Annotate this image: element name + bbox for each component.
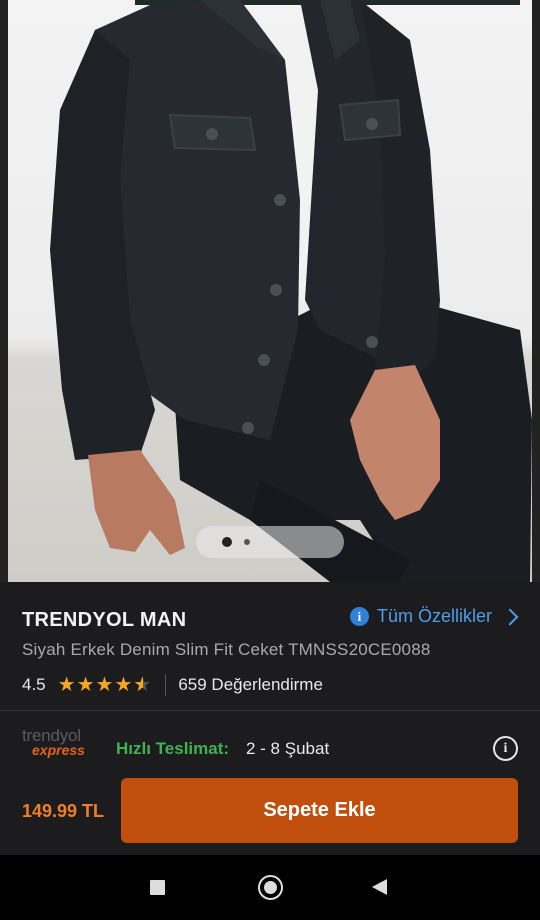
star-icon: ★ [114, 674, 133, 696]
star-icon: ★ [95, 674, 114, 696]
half-star-icon: ★ [133, 675, 151, 695]
divider [165, 674, 167, 696]
home-icon[interactable] [258, 875, 283, 900]
add-to-cart-bar: 149.99 TL Sepete Ekle [0, 767, 540, 855]
logo-bottom-text: express [32, 742, 85, 758]
star-icon: ★ [57, 674, 76, 696]
recent-apps-icon[interactable] [150, 880, 165, 895]
star-icon: ★ [76, 674, 95, 696]
delivery-section: trendyol express Hızlı Teslimat: 2 - 8 Ş… [0, 711, 540, 767]
rating-stars: ★ ★ ★ ★ ★ [58, 675, 152, 695]
brand-name[interactable]: TRENDYOL MAN [22, 609, 186, 632]
review-count[interactable]: 659 Değerlendirme [178, 675, 323, 695]
add-to-cart-button[interactable]: Sepete Ekle [121, 778, 518, 843]
back-icon[interactable] [372, 879, 387, 895]
info-circle-icon[interactable]: i [493, 736, 518, 761]
chevron-right-icon [501, 608, 519, 625]
gallery-dot[interactable] [244, 539, 250, 545]
rating-row[interactable]: 4.5 ★ ★ ★ ★ ★ 659 Değerlendirme [22, 674, 323, 696]
price-label: 149.99 TL [22, 801, 105, 821]
gallery-dot-active[interactable] [222, 537, 232, 547]
product-title: Siyah Erkek Denim Slim Fit Ceket TMNSS20… [22, 640, 431, 659]
logo-top-text: trendyol [22, 726, 81, 745]
trendyol-express-logo: trendyol express [22, 726, 85, 758]
info-icon: i [349, 607, 369, 626]
product-image[interactable] [0, 0, 540, 582]
jacket-illustration [50, 0, 532, 582]
fast-delivery-label: Hızlı Teslimat: [116, 739, 230, 758]
all-features-label: Tüm Özellikler [376, 606, 492, 626]
delivery-dates: 2 - 8 Şubat [246, 739, 330, 758]
all-features-link[interactable]: i Tüm Özellikler [349, 606, 519, 627]
system-navigation-bar [0, 855, 540, 920]
gallery-pagination[interactable] [196, 526, 344, 558]
rating-value: 4.5 [22, 675, 46, 694]
product-info-section: TRENDYOL MAN i Tüm Özellikler Siyah Erke… [0, 582, 540, 710]
